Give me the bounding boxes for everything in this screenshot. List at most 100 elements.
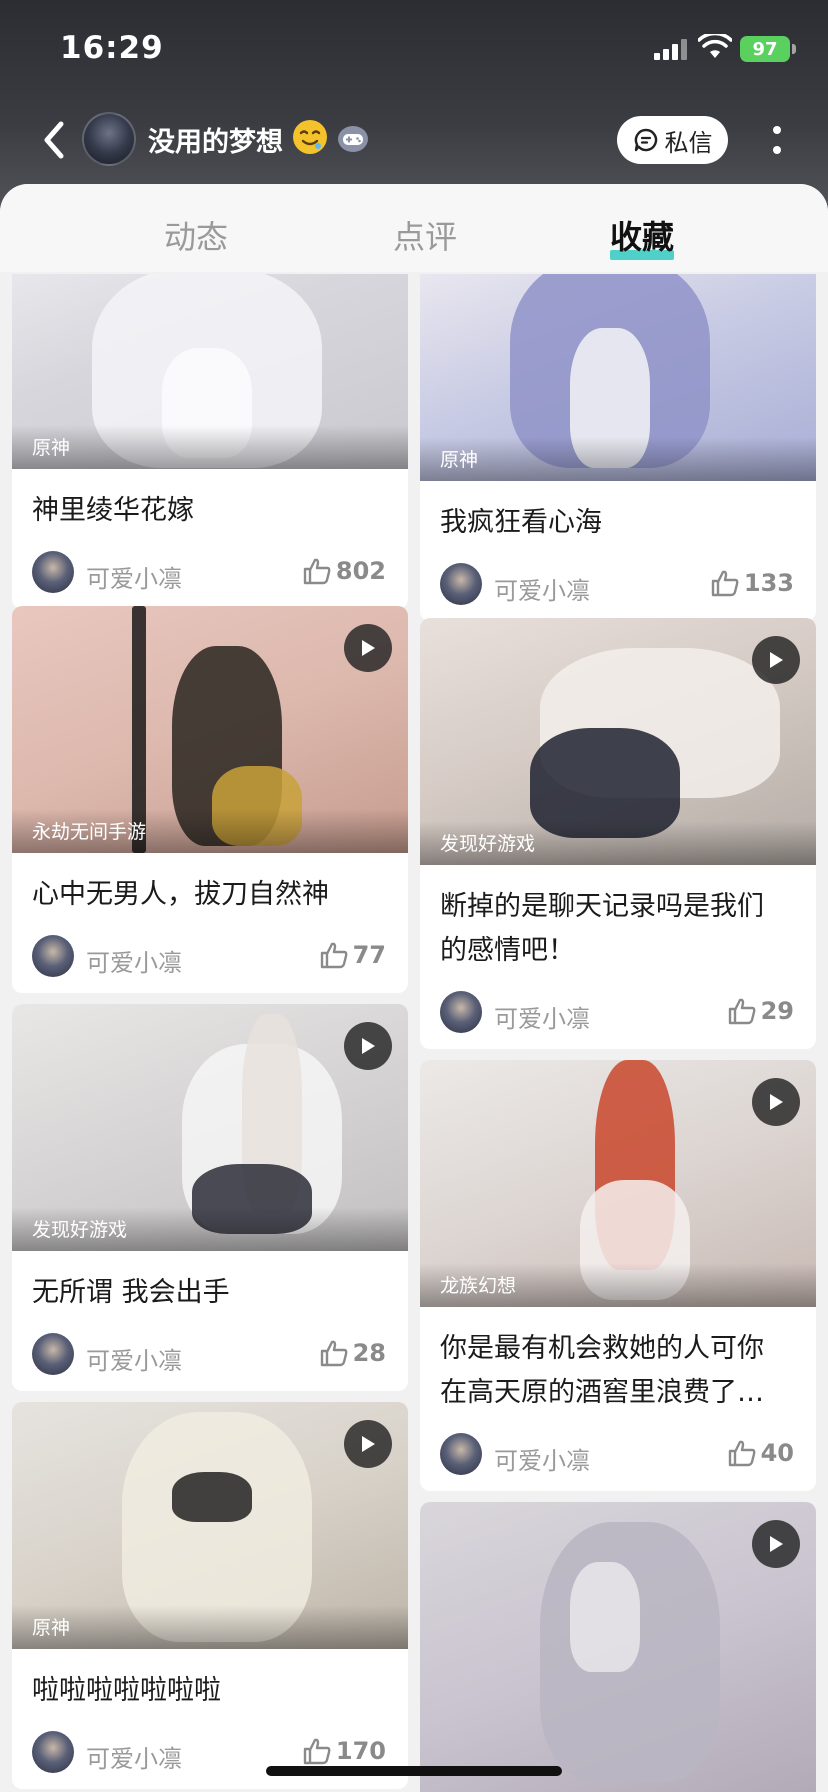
author-name[interactable]: 可爱小凛 bbox=[86, 943, 182, 978]
post-thumbnail: 发现好游戏 bbox=[12, 1004, 408, 1251]
post-meta: 可爱小凛 77 bbox=[12, 917, 408, 993]
post-title: 心中无男人，拔刀自然神 bbox=[32, 879, 329, 910]
like-count: 29 bbox=[760, 997, 794, 1025]
post-title: 神里绫华花嫁 bbox=[32, 495, 194, 526]
post-meta: 可爱小凛 133 bbox=[420, 545, 816, 621]
like-button[interactable]: 28 bbox=[319, 1339, 386, 1367]
private-message-label: 私信 bbox=[664, 128, 713, 157]
tab-reviews[interactable]: 点评 bbox=[393, 212, 457, 258]
post-card[interactable]: 原神 神里绫华花嫁 可爱小凛 802 bbox=[12, 274, 408, 609]
author-avatar[interactable] bbox=[440, 991, 482, 1033]
thumbs-up-icon bbox=[728, 1440, 756, 1467]
post-title-line: 的感情吧！ bbox=[440, 935, 575, 966]
post-meta: 可爱小凛 170 bbox=[12, 1713, 408, 1789]
post-card[interactable]: 发现好游戏 无所谓 我会出手 可爱小凛 28 bbox=[12, 1004, 408, 1391]
home-indicator[interactable] bbox=[266, 1766, 562, 1776]
thumbs-up-icon bbox=[320, 1340, 348, 1367]
like-count: 133 bbox=[743, 569, 794, 597]
post-title-line: 你是最有机会救她的人可你 bbox=[440, 1333, 764, 1364]
like-count: 77 bbox=[352, 941, 386, 969]
author-name[interactable]: 可爱小凛 bbox=[494, 999, 590, 1034]
post-card[interactable]: 原神 我疯狂看心海 可爱小凛 133 bbox=[420, 274, 816, 621]
battery-tip bbox=[792, 44, 796, 54]
author-name[interactable]: 可爱小凛 bbox=[86, 1341, 182, 1376]
like-count: 802 bbox=[335, 557, 386, 585]
nav-bar: 没用的梦想 私信 bbox=[0, 104, 828, 176]
private-message-button[interactable]: 私信 bbox=[617, 116, 728, 164]
game-tag: 发现好游戏 bbox=[420, 821, 816, 865]
like-button[interactable]: 77 bbox=[319, 941, 386, 969]
game-tag: 永劫无间手游 bbox=[12, 809, 408, 853]
thumbs-up-icon bbox=[728, 998, 756, 1025]
content-sheet: 动态 点评 收藏 原神 神里绫华花嫁 可爱小凛 802 永劫无间手游 心中无男人… bbox=[0, 184, 828, 1792]
author-name[interactable]: 可爱小凛 bbox=[494, 1441, 590, 1476]
post-title: 无所谓 我会出手 bbox=[32, 1277, 230, 1308]
play-icon[interactable] bbox=[344, 1022, 392, 1070]
play-icon[interactable] bbox=[752, 636, 800, 684]
play-icon[interactable] bbox=[344, 624, 392, 672]
post-meta: 可爱小凛 802 bbox=[12, 533, 408, 609]
post-card[interactable]: 发现好游戏 断掉的是聊天记录吗是我们 的感情吧！ 可爱小凛 29 bbox=[420, 618, 816, 1049]
like-count: 170 bbox=[335, 1737, 386, 1765]
game-tag: 原神 bbox=[12, 1605, 408, 1649]
like-button[interactable]: 40 bbox=[727, 1439, 794, 1467]
status-bar: 16:29 97 bbox=[0, 0, 828, 100]
chat-icon bbox=[634, 128, 657, 152]
post-card[interactable]: 永劫无间手游 心中无男人，拔刀自然神 可爱小凛 77 bbox=[12, 606, 408, 993]
thumbs-up-icon bbox=[320, 942, 348, 969]
author-avatar[interactable] bbox=[32, 935, 74, 977]
post-meta: 可爱小凛 40 bbox=[420, 1415, 816, 1491]
thumbs-up-icon bbox=[303, 1738, 331, 1765]
author-avatar[interactable] bbox=[440, 1433, 482, 1475]
tab-bar: 动态 点评 收藏 bbox=[0, 184, 828, 272]
post-thumbnail bbox=[420, 1502, 816, 1792]
post-title: 断掉的是聊天记录吗是我们 的感情吧！ bbox=[420, 865, 816, 973]
game-tag: 发现好游戏 bbox=[12, 1207, 408, 1251]
signal-icon bbox=[654, 38, 688, 60]
author-avatar[interactable] bbox=[32, 551, 74, 593]
gamepad-icon bbox=[338, 126, 368, 152]
author-avatar[interactable] bbox=[440, 563, 482, 605]
like-count: 40 bbox=[760, 1439, 794, 1467]
wifi-icon bbox=[698, 34, 732, 58]
status-time: 16:29 bbox=[60, 30, 164, 66]
like-button[interactable]: 29 bbox=[727, 997, 794, 1025]
post-thumbnail: 原神 bbox=[12, 274, 408, 469]
thumbs-up-icon bbox=[711, 570, 739, 597]
like-button[interactable]: 802 bbox=[302, 557, 386, 585]
author-avatar[interactable] bbox=[32, 1333, 74, 1375]
game-tag: 原神 bbox=[420, 437, 816, 481]
post-title: 啦啦啦啦啦啦啦 bbox=[32, 1675, 221, 1706]
tab-favorites[interactable]: 收藏 bbox=[610, 212, 674, 258]
like-count: 28 bbox=[352, 1339, 386, 1367]
profile-avatar[interactable] bbox=[82, 112, 136, 166]
play-icon[interactable] bbox=[344, 1420, 392, 1468]
post-thumbnail: 原神 bbox=[420, 274, 816, 481]
more-options-icon[interactable] bbox=[762, 114, 792, 166]
play-icon[interactable] bbox=[752, 1520, 800, 1568]
like-button[interactable]: 170 bbox=[302, 1737, 386, 1765]
author-name[interactable]: 可爱小凛 bbox=[86, 559, 182, 594]
like-button[interactable]: 133 bbox=[710, 569, 794, 597]
battery-level: 97 bbox=[752, 38, 778, 60]
author-name[interactable]: 可爱小凛 bbox=[494, 571, 590, 606]
post-title-line: 断掉的是聊天记录吗是我们 bbox=[440, 891, 764, 922]
game-tag: 原神 bbox=[12, 425, 408, 469]
author-name[interactable]: 可爱小凛 bbox=[86, 1739, 182, 1774]
drooling-face-icon bbox=[293, 120, 327, 154]
post-meta: 可爱小凛 28 bbox=[12, 1315, 408, 1391]
thumbs-up-icon bbox=[303, 558, 331, 585]
post-thumbnail: 原神 bbox=[12, 1402, 408, 1649]
author-avatar[interactable] bbox=[32, 1731, 74, 1773]
back-button[interactable] bbox=[34, 118, 74, 162]
play-icon[interactable] bbox=[752, 1078, 800, 1126]
post-title-line: 在高天原的酒窖里浪费了… bbox=[440, 1377, 764, 1408]
post-card[interactable]: 龙族幻想 你是最有机会救她的人可你 在高天原的酒窖里浪费了… 可爱小凛 40 bbox=[420, 1060, 816, 1491]
favorites-feed: 原神 神里绫华花嫁 可爱小凛 802 永劫无间手游 心中无男人，拔刀自然神 可爱… bbox=[0, 274, 828, 1792]
tab-activity[interactable]: 动态 bbox=[164, 212, 228, 258]
post-thumbnail: 发现好游戏 bbox=[420, 618, 816, 865]
post-card[interactable] bbox=[420, 1502, 816, 1792]
post-thumbnail: 永劫无间手游 bbox=[12, 606, 408, 853]
post-card[interactable]: 原神 啦啦啦啦啦啦啦 可爱小凛 170 bbox=[12, 1402, 408, 1789]
battery-icon: 97 bbox=[740, 36, 790, 62]
